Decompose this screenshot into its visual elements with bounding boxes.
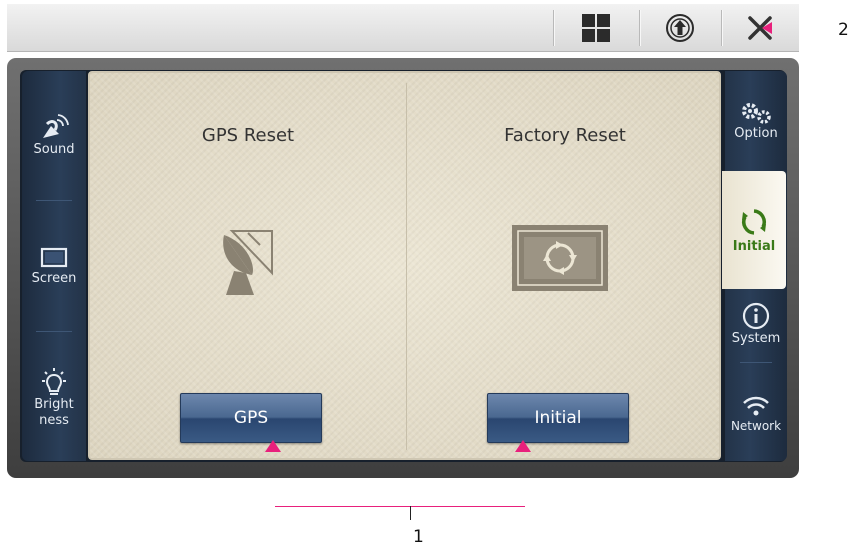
upload-icon bbox=[666, 13, 694, 42]
callout-number-1: 1 bbox=[413, 527, 424, 547]
gps-reset-button[interactable]: GPS bbox=[180, 393, 322, 443]
tab-initial[interactable]: Initial bbox=[722, 171, 786, 289]
callout-number-2: 2 bbox=[838, 20, 849, 40]
tab-brightness-label-1: Bright bbox=[34, 397, 74, 412]
tab-network-label: Network bbox=[730, 419, 782, 433]
upload-button[interactable] bbox=[639, 4, 721, 51]
reset-panel: GPS Reset GPS Factory Reset Initial bbox=[88, 71, 721, 460]
gps-reset-title: GPS Reset bbox=[201, 125, 295, 146]
tab-option-label: Option bbox=[734, 126, 778, 141]
screen-icon bbox=[40, 247, 68, 268]
close-button[interactable] bbox=[721, 4, 799, 51]
marker-triangle bbox=[265, 440, 281, 452]
divider bbox=[740, 362, 772, 363]
bulb-icon bbox=[42, 368, 66, 395]
divider bbox=[36, 200, 72, 201]
refresh-icon bbox=[742, 208, 766, 235]
tab-network[interactable]: Network bbox=[725, 366, 787, 462]
tab-brightness[interactable]: Bright ness bbox=[22, 335, 86, 461]
divider bbox=[36, 331, 72, 332]
gears-icon bbox=[742, 103, 771, 124]
tab-brightness-label-2: ness bbox=[39, 413, 69, 428]
factory-reset-button[interactable]: Initial bbox=[487, 393, 629, 443]
tab-sound-label: Sound bbox=[33, 142, 75, 157]
tab-screen[interactable]: Screen bbox=[22, 203, 86, 329]
close-icon bbox=[748, 15, 772, 40]
wifi-icon bbox=[743, 396, 769, 416]
tab-system-label: System bbox=[731, 331, 781, 346]
tab-sound[interactable]: Sound bbox=[22, 71, 86, 199]
top-bar bbox=[7, 4, 799, 52]
factory-reset-title: Factory Reset bbox=[504, 125, 626, 146]
marker-triangle bbox=[515, 440, 531, 452]
info-icon bbox=[742, 302, 770, 330]
callout-leader bbox=[410, 506, 411, 520]
satellite-signal-icon bbox=[43, 114, 69, 138]
tab-option[interactable]: Option bbox=[725, 71, 787, 171]
home-grid-button[interactable] bbox=[553, 4, 639, 51]
callout-bracket bbox=[275, 506, 525, 507]
tab-system[interactable]: System bbox=[725, 290, 787, 358]
tab-screen-label: Screen bbox=[31, 271, 77, 286]
reset-icon bbox=[512, 225, 608, 291]
left-tab-column: Sound Screen Bright ness bbox=[22, 71, 86, 461]
tab-initial-label: Initial bbox=[732, 238, 776, 254]
grid-icon bbox=[582, 13, 610, 42]
satellite-dish-icon bbox=[223, 230, 273, 295]
